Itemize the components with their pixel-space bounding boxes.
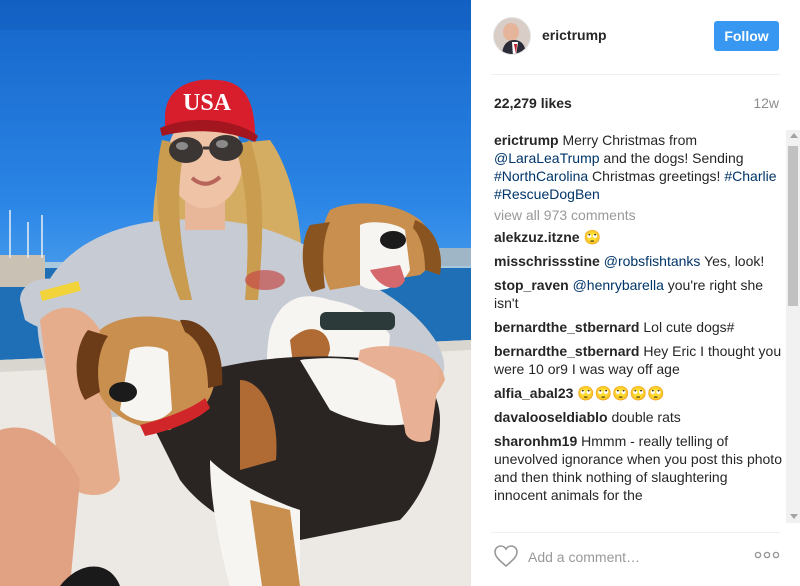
like-heart-icon[interactable] bbox=[493, 544, 519, 568]
scrollbar-thumb[interactable] bbox=[788, 146, 798, 306]
comments-scrollbar[interactable] bbox=[786, 130, 800, 523]
add-comment-input[interactable] bbox=[528, 546, 748, 568]
comment-item: bernardthe_stbernard Hey Eric I thought … bbox=[494, 342, 782, 378]
comment-username[interactable]: davalooseldiablo bbox=[494, 409, 608, 425]
avatar[interactable] bbox=[493, 17, 531, 55]
caption-text: Christmas greetings! bbox=[588, 168, 725, 184]
username-link[interactable]: erictrump bbox=[542, 27, 607, 43]
comment-text: double rats bbox=[607, 409, 681, 425]
caption-mention[interactable]: @LaraLeaTrump bbox=[494, 150, 600, 166]
comment-item: bernardthe_stbernard Lol cute dogs# bbox=[494, 318, 782, 336]
comment-username[interactable]: stop_raven bbox=[494, 277, 569, 293]
view-all-comments-link[interactable]: view all 973 comments bbox=[494, 206, 782, 224]
post-header: erictrump Follow bbox=[471, 0, 800, 74]
comment-mention[interactable]: @robsfishtanks bbox=[604, 253, 701, 269]
comment-mention[interactable]: @henrybarella bbox=[573, 277, 664, 293]
caption-text: Merry Christmas from bbox=[558, 132, 698, 148]
comment-username[interactable]: misschrissstine bbox=[494, 253, 600, 269]
comment-username[interactable]: bernardthe_stbernard bbox=[494, 319, 639, 335]
comment-item: alfia_abal23 🙄🙄🙄🙄🙄 bbox=[494, 384, 782, 402]
scroll-down-arrow-icon[interactable] bbox=[790, 514, 798, 519]
caption-hashtag[interactable]: #RescueDogBen bbox=[494, 186, 600, 202]
more-options-icon[interactable] bbox=[754, 549, 780, 561]
caption-hashtag[interactable]: #Charlie bbox=[724, 168, 776, 184]
comment-item: alekzuz.itzne 🙄 bbox=[494, 228, 782, 246]
post-age[interactable]: 12w bbox=[753, 95, 779, 111]
caption-username[interactable]: erictrump bbox=[494, 132, 559, 148]
comment-item: davalooseldiablo double rats bbox=[494, 408, 782, 426]
comment-text: Yes, look! bbox=[700, 253, 765, 269]
header-divider bbox=[491, 74, 780, 75]
footer-divider bbox=[491, 532, 780, 533]
caption-hashtag[interactable]: #NorthCarolina bbox=[494, 168, 588, 184]
comment-text: 🙄🙄🙄🙄🙄 bbox=[573, 385, 665, 401]
comment-item: sharonhm19 Hmmm - really telling of unev… bbox=[494, 432, 782, 504]
comment-username[interactable]: alfia_abal23 bbox=[494, 385, 573, 401]
follow-button[interactable]: Follow bbox=[714, 21, 779, 51]
comment-username[interactable]: sharonhm19 bbox=[494, 433, 577, 449]
comment-username[interactable]: bernardthe_stbernard bbox=[494, 343, 639, 359]
scroll-up-arrow-icon[interactable] bbox=[790, 133, 798, 138]
comment-text: Lol cute dogs# bbox=[639, 319, 735, 335]
comment-item: misschrissstine @robsfishtanks Yes, look… bbox=[494, 252, 782, 270]
post-photo[interactable]: USA bbox=[0, 0, 471, 586]
cap-text: USA bbox=[183, 90, 232, 116]
comment-text: 🙄 bbox=[579, 229, 601, 245]
avatar-image bbox=[494, 18, 530, 54]
post-caption: erictrump Merry Christmas from @LaraLeaT… bbox=[494, 131, 782, 203]
post-side-panel: erictrump Follow 22,279 likes 12w erictr… bbox=[471, 0, 800, 586]
comment-item: stop_raven @henrybarella you're right sh… bbox=[494, 276, 782, 312]
likes-count[interactable]: 22,279 likes bbox=[494, 95, 572, 111]
photo-illustration: USA bbox=[0, 0, 471, 586]
caption-text: and the dogs! Sending bbox=[599, 150, 744, 166]
comment-username[interactable]: alekzuz.itzne bbox=[494, 229, 580, 245]
comments-list[interactable]: erictrump Merry Christmas from @LaraLeaT… bbox=[494, 131, 782, 522]
